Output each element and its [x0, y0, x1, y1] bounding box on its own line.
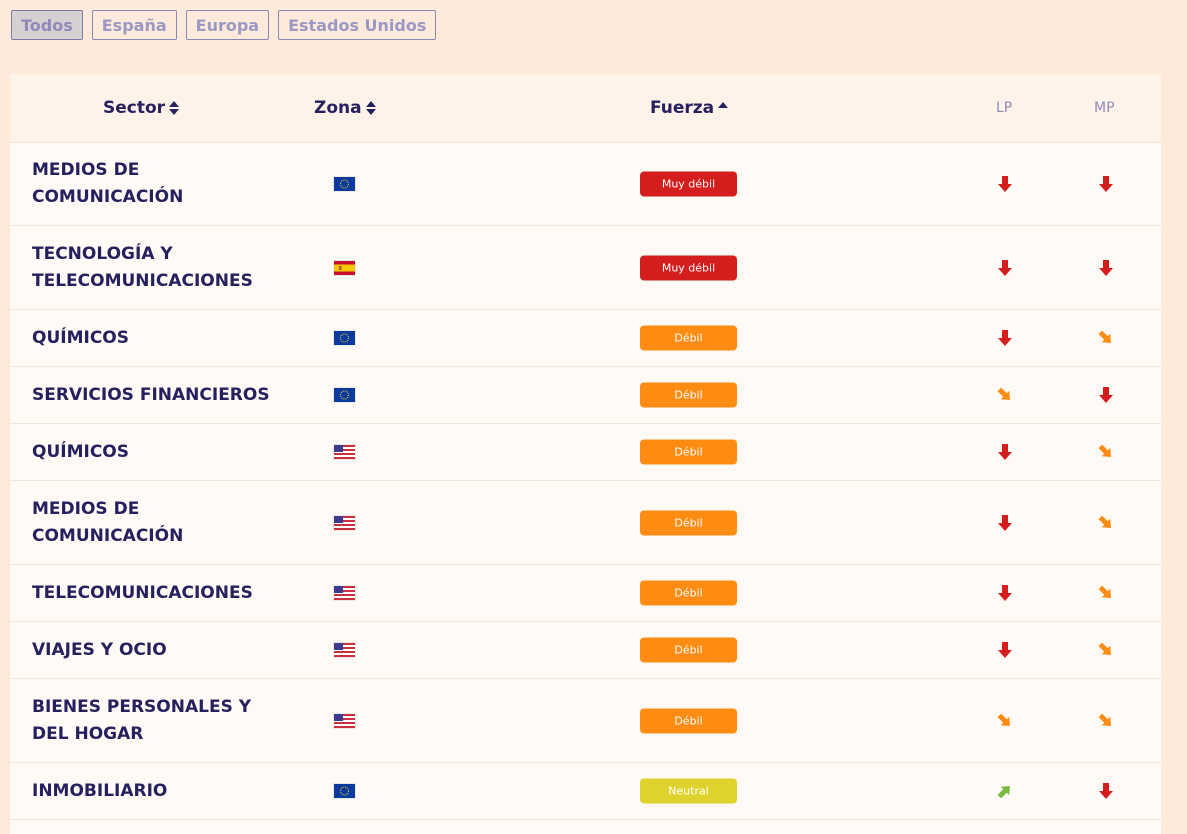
mp-arrow-down-right-icon: [1097, 329, 1115, 347]
lp-arrow-down-right-icon: [996, 386, 1014, 404]
zone-filter-bar: Todos España Europa Estados Unidos: [11, 10, 437, 40]
strength-badge: Neutral: [640, 778, 737, 804]
sector-name: MEDIOS DE COMUNICACIÓN: [32, 498, 184, 546]
lp-arrow-down-icon: [996, 584, 1014, 602]
sector-name: SERVICIOS FINANCIEROS: [32, 384, 270, 405]
table-body: MEDIOS DE COMUNICACIÓN Muy débil TECNOLOGÍ…: [10, 143, 1161, 820]
lp-arrow-down-icon: [996, 259, 1014, 277]
table-row[interactable]: INMOBILIARIO Neutral: [10, 763, 1161, 820]
mp-arrow-down-right-icon: [1097, 641, 1115, 659]
table-row[interactable]: TELECOMUNICACIONES Débil: [10, 565, 1161, 622]
mp-arrow-down-icon: [1097, 259, 1115, 277]
filter-europa-button[interactable]: Europa: [185, 10, 270, 40]
mp-arrow-down-icon: [1097, 386, 1115, 404]
us-flag-icon: [334, 445, 355, 459]
strength-badge: Débil: [640, 510, 737, 535]
lp-arrow-down-icon: [996, 175, 1014, 193]
lp-arrow-up-right-icon: [996, 782, 1014, 800]
mp-column-header: MP: [1094, 74, 1115, 142]
lp-column-header: LP: [996, 74, 1012, 142]
sector-name: TELECOMUNICACIONES: [32, 582, 253, 603]
sector-column-header[interactable]: Sector: [103, 74, 180, 142]
table-row[interactable]: SERVICIOS FINANCIEROS Débil: [10, 367, 1161, 424]
mp-arrow-down-right-icon: [1097, 514, 1115, 532]
spain-flag-icon: [334, 260, 355, 275]
mp-arrow-down-right-icon: [1097, 712, 1115, 730]
sector-name: QUÍMICOS: [32, 441, 129, 462]
sector-name: QUÍMICOS: [32, 327, 129, 348]
lp-arrow-down-icon: [996, 329, 1014, 347]
eu-flag-icon: [334, 331, 355, 345]
zona-header-label: Zona: [314, 98, 362, 118]
fuerza-column-header[interactable]: Fuerza: [650, 74, 729, 142]
mp-arrow-down-right-icon: [1097, 584, 1115, 602]
sector-name: BIENES PERSONALES Y DEL HOGAR: [32, 696, 252, 744]
sector-name: MEDIOS DE COMUNICACIÓN: [32, 160, 184, 207]
table-header: Sector Zona Fuerza LP MP: [10, 74, 1161, 143]
sector-strength-table: Sector Zona Fuerza LP MP MEDIOS DE COMUN…: [10, 74, 1161, 834]
lp-header-label: LP: [996, 100, 1013, 116]
sector-name: VIAJES Y OCIO: [32, 639, 167, 660]
strength-badge: Débil: [640, 580, 737, 606]
sort-both-icon: [365, 100, 376, 116]
sort-both-icon: [169, 100, 180, 116]
strength-badge: Débil: [640, 325, 737, 351]
eu-flag-icon: [334, 388, 355, 402]
strength-badge: Débil: [640, 708, 737, 733]
strength-badge: Débil: [640, 637, 737, 663]
filter-todos-button[interactable]: Todos: [11, 10, 83, 40]
strength-badge: Débil: [640, 439, 737, 465]
mp-arrow-down-icon: [1097, 175, 1115, 193]
strength-badge: Débil: [640, 382, 737, 408]
table-row[interactable]: MEDIOS DE COMUNICACIÓN Débil: [10, 481, 1161, 565]
strength-badge: Muy débil: [640, 255, 737, 280]
mp-arrow-down-right-icon: [1097, 443, 1115, 461]
table-row[interactable]: TECNOLOGÍA Y TELECOMUNICACIONES Muy débil: [10, 226, 1161, 310]
sector-name: INMOBILIARIO: [32, 780, 168, 801]
eu-flag-icon: [334, 784, 355, 798]
us-flag-icon: [334, 713, 355, 728]
lp-arrow-down-right-icon: [996, 712, 1014, 730]
fuerza-header-label: Fuerza: [650, 98, 715, 118]
mp-header-label: MP: [1094, 100, 1115, 116]
lp-arrow-down-icon: [996, 443, 1014, 461]
eu-flag-icon: [334, 177, 355, 191]
sector-name: TECNOLOGÍA Y TELECOMUNICACIONES: [32, 243, 253, 291]
sort-ascending-icon: [718, 101, 729, 115]
mp-arrow-down-icon: [1097, 782, 1115, 800]
table-row[interactable]: QUÍMICOS Débil: [10, 424, 1161, 481]
strength-badge: Muy débil: [640, 171, 737, 197]
lp-arrow-down-icon: [996, 514, 1014, 532]
sector-header-label: Sector: [103, 98, 166, 118]
us-flag-icon: [334, 586, 355, 600]
zona-column-header[interactable]: Zona: [314, 74, 376, 142]
filter-espana-button[interactable]: España: [91, 10, 177, 40]
table-row[interactable]: QUÍMICOS Débil: [10, 310, 1161, 367]
us-flag-icon: [334, 515, 355, 530]
filter-estados-unidos-button[interactable]: Estados Unidos: [278, 10, 437, 40]
lp-arrow-down-icon: [996, 641, 1014, 659]
table-row[interactable]: VIAJES Y OCIO Débil: [10, 622, 1161, 679]
table-row[interactable]: MEDIOS DE COMUNICACIÓN Muy débil: [10, 143, 1161, 226]
us-flag-icon: [334, 643, 355, 657]
table-row[interactable]: BIENES PERSONALES Y DEL HOGAR Débil: [10, 679, 1161, 763]
